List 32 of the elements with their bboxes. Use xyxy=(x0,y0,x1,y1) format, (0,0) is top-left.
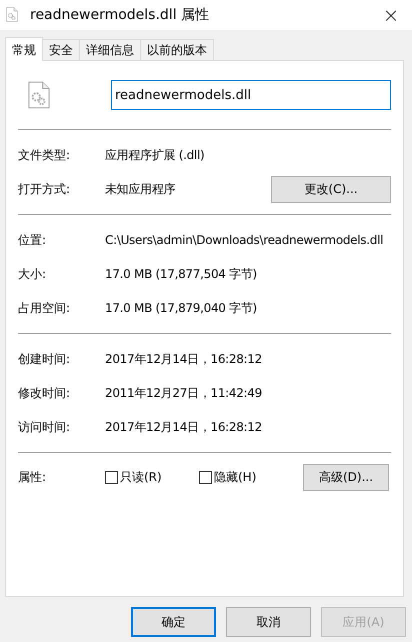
field-label: 打开方式: xyxy=(18,181,72,198)
field-label: 创建时间: xyxy=(18,351,72,368)
file-icon xyxy=(28,81,50,109)
checkbox[interactable] xyxy=(199,470,212,484)
file-icon xyxy=(6,7,20,23)
file-name-field[interactable]: readnewermodels.dll xyxy=(111,80,391,110)
field-value: 2017年12月14日，16:28:12 xyxy=(105,351,263,368)
field-label: 属性: xyxy=(18,469,48,486)
field-label: 占用空间: xyxy=(18,300,72,317)
field-label: 位置: xyxy=(18,232,48,249)
checkbox-label: 只读(R) xyxy=(120,469,162,486)
field-value: 17.0 MB (17,877,504 字节) xyxy=(105,266,258,283)
field-label: 文件类型: xyxy=(18,147,72,164)
close-button[interactable]: × xyxy=(376,5,406,25)
field-value: 应用程序扩展 (.dll) xyxy=(105,147,206,164)
field-value: 17.0 MB (17,879,040 字节) xyxy=(105,300,258,317)
field-label: 访问时间: xyxy=(18,419,72,436)
advanced-button[interactable]: 高级(D)... xyxy=(303,464,389,490)
tab[interactable]: 常规 xyxy=(5,37,43,61)
field-value: C:\Users\admin\Downloads\readnewermodels.dll xyxy=(105,232,384,249)
checkbox[interactable] xyxy=(105,470,118,484)
tab[interactable]: 以前的版本 xyxy=(140,39,214,60)
field-label: 大小: xyxy=(18,266,48,283)
change-button[interactable]: 更改(C)... xyxy=(271,176,391,202)
dialog-button[interactable]: 取消 xyxy=(226,607,311,637)
field-label: 修改时间: xyxy=(18,385,72,402)
window-title: readnewermodels.dll 属性 xyxy=(30,6,210,24)
checkbox-label: 隐藏(H) xyxy=(214,469,256,486)
dialog-button[interactable]: 确定 xyxy=(131,607,216,637)
field-value: 未知应用程序 xyxy=(105,181,176,198)
field-value: 2017年12月14日，16:28:12 xyxy=(105,419,263,436)
field-value: 2011年12月27日，11:42:49 xyxy=(105,385,263,402)
